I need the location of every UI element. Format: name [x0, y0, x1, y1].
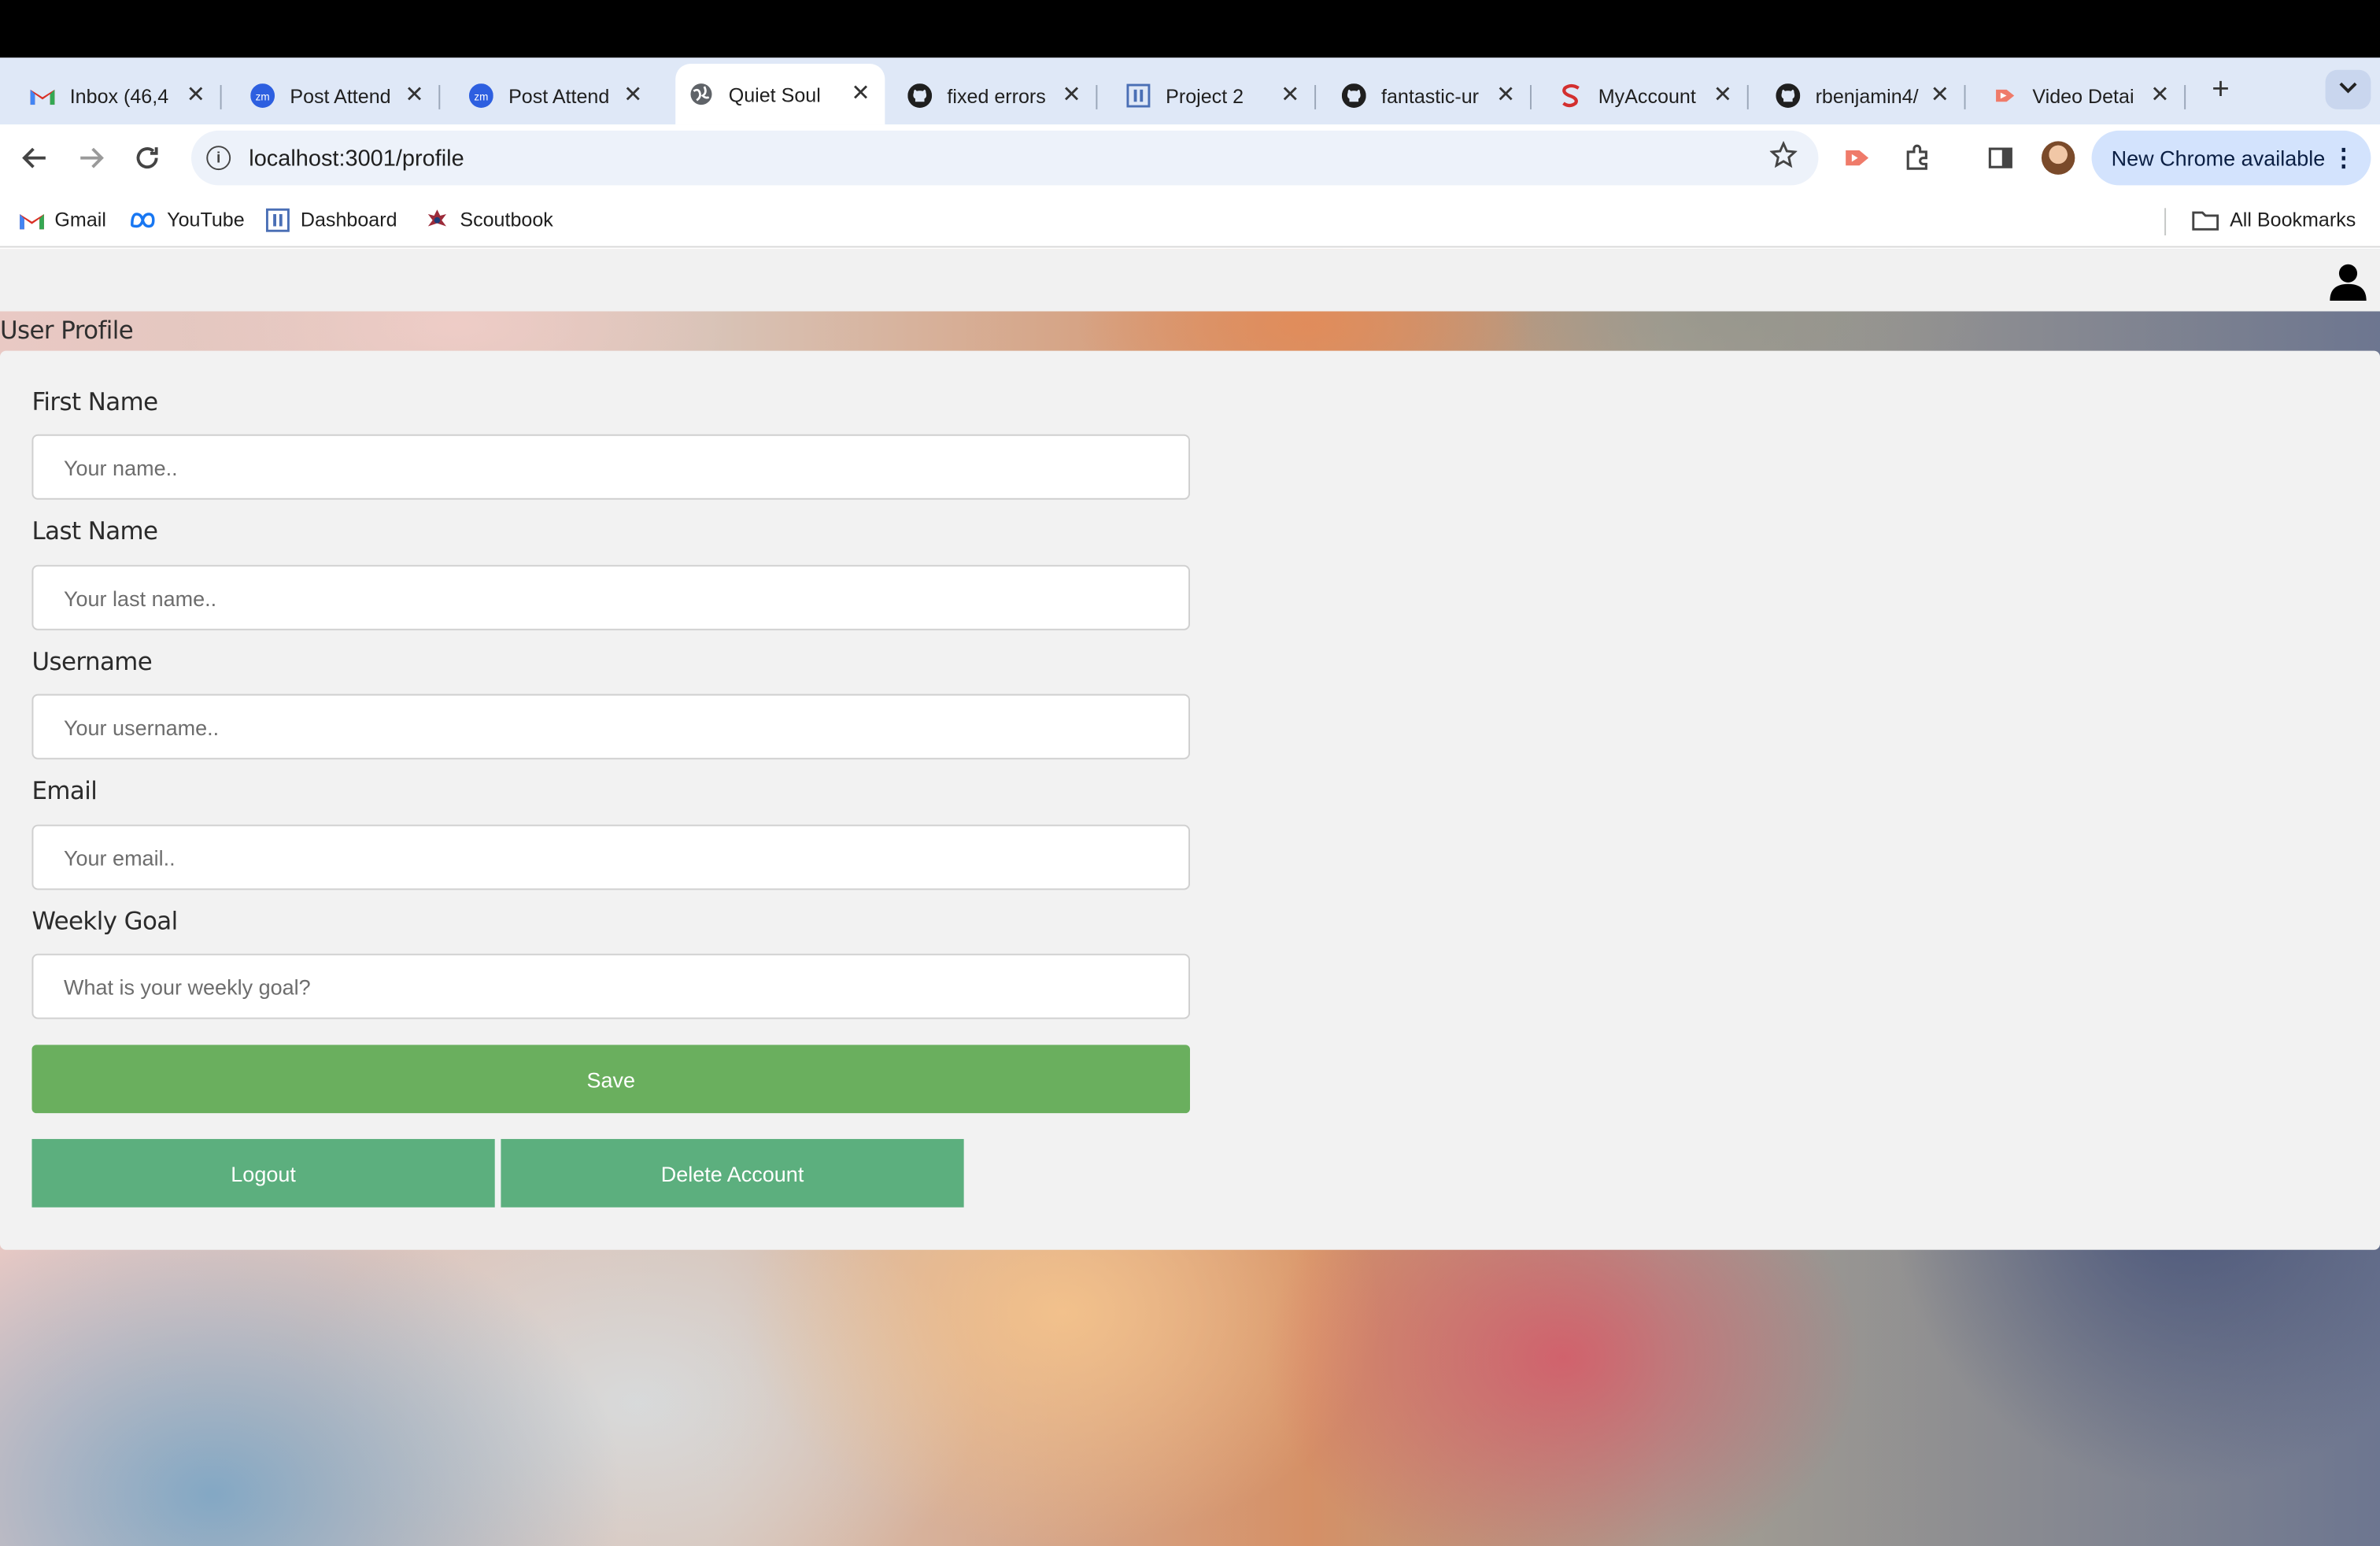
new-tab-button[interactable]: + — [2204, 73, 2237, 108]
bookmark-star-icon[interactable] — [1769, 140, 1798, 176]
zoom-icon: zm — [250, 83, 275, 108]
email-input[interactable] — [31, 824, 1190, 890]
zoom-icon: zm — [468, 83, 493, 108]
all-bookmarks-label: All Bookmarks — [2230, 208, 2356, 231]
github-icon — [1341, 83, 1366, 108]
all-bookmarks-button[interactable]: All Bookmarks — [2192, 208, 2356, 231]
tab-title: Quiet Soul — [728, 83, 821, 106]
last-name-input[interactable] — [31, 564, 1190, 631]
bookmark-youtube[interactable]: YouTube — [129, 208, 245, 231]
weekly-goal-label: Weekly Goal — [31, 906, 178, 936]
tab-title: MyAccount — [1598, 84, 1696, 108]
meta-logo-icon — [129, 209, 157, 230]
svg-text:zm: zm — [256, 91, 270, 102]
tab-separator — [2184, 85, 2186, 109]
s-logo-icon — [1559, 83, 1584, 108]
bookmark-scoutbook[interactable]: Scoutbook — [425, 208, 553, 231]
tab-title: Project 2 — [1166, 84, 1244, 108]
forward-arrow-icon — [80, 147, 104, 168]
tab-gmail-inbox[interactable]: Inbox (46,4 ✕ — [0, 67, 222, 124]
url-text: localhost:3001/profile — [249, 145, 464, 172]
bookmark-label: Scoutbook — [460, 208, 553, 231]
bookmark-gmail[interactable]: Gmail — [20, 208, 106, 231]
scout-emblem-icon — [425, 209, 449, 230]
update-label: New Chrome available — [2111, 146, 2326, 171]
tab-fixed-errors[interactable]: fixed errors ✕ — [878, 67, 1098, 124]
gmail-icon — [20, 209, 44, 230]
close-icon[interactable]: ✕ — [1059, 83, 1084, 108]
folder-icon — [2192, 209, 2219, 230]
tab-title: fantastic-ur — [1380, 84, 1480, 108]
tab-title: Video Detai — [2032, 84, 2134, 108]
video-icon — [1993, 83, 2017, 108]
screen-top-bar — [0, 0, 2380, 58]
tab-title: Inbox (46,4 — [69, 84, 169, 108]
tab-myaccount[interactable]: MyAccount ✕ — [1528, 67, 1749, 124]
reload-button[interactable] — [131, 141, 164, 174]
email-label: Email — [31, 775, 98, 805]
delete-account-button[interactable]: Delete Account — [501, 1138, 964, 1208]
reload-icon — [136, 147, 158, 169]
chevron-down-icon — [2339, 80, 2357, 98]
close-icon[interactable]: ✕ — [1710, 83, 1735, 108]
tab-title: rbenjamin4/ — [1815, 84, 1919, 108]
close-icon[interactable]: ✕ — [2148, 83, 2172, 108]
tab-post-attend-1[interactable]: zm Post Attend ✕ — [220, 67, 441, 124]
weekly-goal-input[interactable] — [31, 953, 1190, 1019]
tab-strip: Inbox (46,4 ✕ zm Post Attend ✕ zm Post A… — [0, 57, 2380, 125]
docs-icon — [265, 207, 290, 231]
close-icon[interactable]: ✕ — [848, 81, 873, 106]
page-title: User Profile — [0, 316, 134, 345]
username-input[interactable] — [31, 693, 1190, 760]
tab-fantastic[interactable]: fantastic-ur ✕ — [1311, 67, 1532, 124]
user-account-icon[interactable] — [2328, 261, 2367, 301]
site-info-icon[interactable]: i — [206, 146, 231, 171]
svg-text:zm: zm — [474, 91, 488, 102]
bookmark-label: YouTube — [167, 208, 245, 231]
profile-avatar[interactable] — [2041, 141, 2075, 175]
extensions-puzzle-icon[interactable] — [1901, 141, 1934, 174]
tab-post-attend-2[interactable]: zm Post Attend ✕ — [438, 67, 657, 124]
github-icon — [907, 83, 933, 108]
gmail-icon — [30, 83, 55, 108]
tab-quiet-soul[interactable]: Quiet Soul ✕ — [675, 64, 885, 125]
forward-button[interactable] — [74, 141, 107, 174]
tab-title: Post Attend — [508, 84, 610, 108]
more-menu-icon[interactable]: ⋮ — [2331, 142, 2356, 173]
close-icon[interactable]: ✕ — [1278, 83, 1303, 108]
app-header — [0, 249, 2380, 312]
username-label: Username — [31, 646, 153, 676]
bookmark-label: Dashboard — [300, 208, 397, 231]
chrome-update-button[interactable]: New Chrome available ⋮ — [2091, 130, 2371, 186]
close-icon[interactable]: ✕ — [183, 83, 208, 108]
address-bar[interactable]: i localhost:3001/profile — [190, 130, 1819, 186]
bookmark-dashboard[interactable]: Dashboard — [265, 207, 397, 231]
side-panel-icon[interactable] — [1984, 141, 2017, 174]
first-name-label: First Name — [31, 386, 158, 416]
tab-search-button[interactable] — [2325, 69, 2371, 109]
save-button[interactable]: Save — [31, 1045, 1190, 1114]
back-button[interactable] — [18, 141, 51, 174]
bookmark-label: Gmail — [54, 208, 106, 231]
close-icon[interactable]: ✕ — [1494, 83, 1518, 108]
close-icon[interactable]: ✕ — [621, 83, 645, 108]
back-arrow-icon — [22, 147, 46, 168]
logout-button[interactable]: Logout — [31, 1138, 495, 1208]
close-icon[interactable]: ✕ — [1927, 83, 1952, 108]
tab-rbenjamin[interactable]: rbenjamin4/ ✕ — [1746, 67, 1966, 124]
github-icon — [1776, 83, 1801, 108]
globe-icon — [689, 82, 714, 106]
bookmarks-divider — [2164, 208, 2167, 236]
tab-title: Post Attend — [290, 84, 391, 108]
tab-project-2[interactable]: Project 2 ✕ — [1096, 67, 1317, 124]
tab-title: fixed errors — [947, 84, 1046, 108]
extension-video-icon[interactable] — [1841, 141, 1874, 174]
docs-icon — [1126, 83, 1151, 108]
tab-video-details[interactable]: Video Detai ✕ — [1963, 67, 2186, 124]
last-name-label: Last Name — [31, 516, 158, 546]
first-name-input[interactable] — [31, 434, 1190, 500]
close-icon[interactable]: ✕ — [402, 83, 427, 108]
